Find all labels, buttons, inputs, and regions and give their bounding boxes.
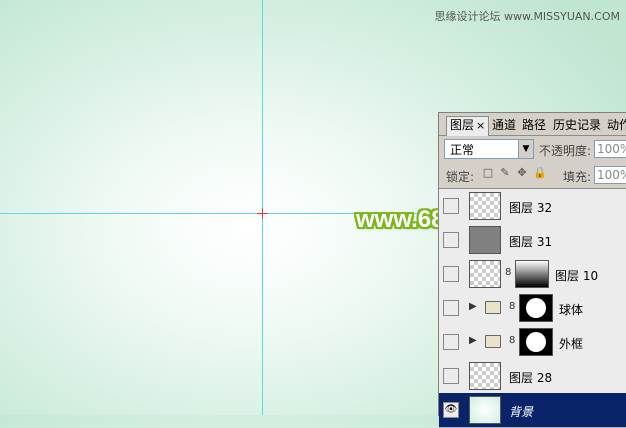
layer-name: 图层 10	[555, 269, 599, 283]
lock-image-pixels-icon[interactable]: ✎	[499, 167, 511, 179]
tab-layers[interactable]: 图层 ×	[446, 116, 490, 136]
layer-name: 图层 28	[509, 371, 553, 385]
tab-layers-label: 图层	[450, 118, 475, 132]
visibility-toggle[interactable]	[443, 266, 459, 282]
lock-all-icon[interactable]: 🔒	[533, 167, 547, 179]
layer-row-selected[interactable]: 👁 背景	[439, 393, 626, 428]
folder-icon	[485, 335, 501, 348]
tab-history[interactable]: 历史记录	[553, 117, 601, 135]
layers-panel: 图层× 通道 路径 历史记录 动作 正常 ▼ 不透明度: 100% 锁定: □ …	[438, 112, 626, 428]
close-icon[interactable]: ×	[476, 119, 485, 132]
layer-mask-thumbnail[interactable]	[519, 328, 553, 356]
lock-transparent-pixels-icon[interactable]: □	[482, 167, 494, 179]
layer-name: 外框	[559, 337, 584, 351]
tab-channels[interactable]: 通道	[492, 117, 516, 135]
layer-thumbnail	[469, 192, 501, 220]
tab-paths[interactable]: 路径	[522, 117, 546, 135]
crosshair-cursor-icon	[257, 208, 268, 219]
layer-mask-thumbnail[interactable]	[519, 294, 553, 322]
layers-list: 图层 32 图层 31 8 图层 10 ▶ 8 球体 ▶ 8 外框 图层 28 …	[439, 188, 626, 428]
layer-thumbnail	[469, 362, 501, 390]
layer-thumbnail	[469, 396, 501, 424]
layer-row[interactable]: 图层 32	[439, 189, 626, 224]
tab-actions[interactable]: 动作	[607, 117, 626, 135]
blend-mode-value: 正常	[450, 143, 475, 157]
expand-arrow-icon[interactable]: ▶	[469, 335, 477, 346]
site-watermark: 思缘设计论坛 www.MISSYUAN.COM	[434, 10, 620, 23]
folder-icon	[485, 301, 501, 314]
visibility-toggle[interactable]	[443, 368, 459, 384]
lock-label: 锁定:	[446, 170, 475, 184]
link-chain-icon[interactable]: 8	[505, 267, 511, 279]
layer-group-row[interactable]: ▶ 8 外框	[439, 325, 626, 360]
opacity-input[interactable]: 100%	[594, 140, 626, 158]
layer-name: 球体	[559, 303, 584, 317]
blend-mode-select[interactable]: 正常 ▼	[444, 139, 534, 159]
visibility-toggle[interactable]	[443, 232, 459, 248]
layer-row[interactable]: 8 图层 10	[439, 257, 626, 292]
layer-thumbnail	[469, 226, 501, 254]
layer-name: 图层 31	[509, 235, 553, 249]
layer-row[interactable]: 图层 31	[439, 223, 626, 258]
fill-input[interactable]: 100%	[594, 166, 626, 184]
layer-name: 图层 32	[509, 201, 553, 215]
expand-arrow-icon[interactable]: ▶	[469, 301, 477, 312]
eye-icon[interactable]: 👁	[443, 402, 459, 418]
layer-group-row[interactable]: ▶ 8 球体	[439, 291, 626, 326]
layer-name: 背景	[509, 405, 534, 419]
lock-row: 锁定: □ ✎ ✥ 🔒 填充: 100%	[439, 161, 626, 185]
link-chain-icon[interactable]: 8	[509, 335, 515, 347]
visibility-toggle[interactable]	[443, 300, 459, 316]
opacity-label: 不透明度:	[539, 144, 592, 158]
fill-label: 填充:	[563, 170, 592, 184]
panel-tab-bar: 图层 × 通道 路径 历史记录 动作	[439, 113, 626, 136]
layer-row[interactable]: 图层 28	[439, 359, 626, 394]
link-chain-icon[interactable]: 8	[509, 301, 515, 313]
layer-mask-thumbnail[interactable]	[515, 260, 549, 288]
chevron-down-icon[interactable]: ▼	[518, 140, 533, 158]
visibility-toggle[interactable]	[443, 198, 459, 214]
lock-position-icon[interactable]: ✥	[516, 167, 528, 179]
visibility-toggle[interactable]	[443, 334, 459, 350]
layer-thumbnail	[469, 260, 501, 288]
